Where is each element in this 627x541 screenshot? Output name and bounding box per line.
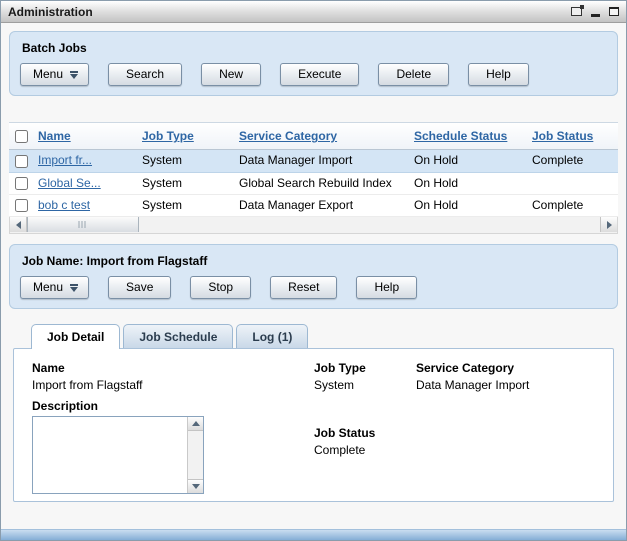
service-category-label: Service Category (416, 361, 595, 375)
form-column-middle: Job Type System Job Status Complete (314, 361, 416, 494)
column-header-job-type[interactable]: Job Type (142, 129, 194, 143)
job-status-cell: Complete (532, 153, 583, 167)
job-name-link[interactable]: Global Se... (38, 176, 101, 190)
down-arrow-icon (192, 484, 200, 489)
schedule-status-cell: On Hold (414, 176, 458, 190)
job-type-label: Job Type (314, 361, 416, 375)
scroll-down-icon[interactable] (188, 479, 203, 493)
popout-window-icon[interactable] (571, 7, 582, 16)
name-label: Name (32, 361, 314, 375)
tab-log[interactable]: Log (1) (236, 324, 308, 348)
description-field (32, 416, 204, 494)
table-row[interactable]: Global Se... System Global Search Rebuil… (9, 172, 618, 194)
stop-button[interactable]: Stop (190, 276, 251, 299)
jobs-table-header-row: Name Job Type Service Category Schedule … (9, 123, 618, 150)
job-status-label: Job Status (314, 426, 416, 440)
job-name-link[interactable]: Import fr... (38, 153, 92, 167)
row-checkbox[interactable] (15, 199, 28, 212)
job-type-cell: System (142, 153, 182, 167)
job-name-toolbar: Menu Save Stop Reset Help (20, 276, 607, 299)
jobs-table: Name Job Type Service Category Schedule … (9, 122, 618, 217)
scroll-up-icon[interactable] (188, 417, 203, 431)
job-detail-form: Name Import from Flagstaff Description J… (32, 361, 595, 494)
job-type-cell: System (142, 176, 182, 190)
titlebar-icons (571, 7, 619, 17)
menu-dropdown-icon (70, 287, 78, 292)
job-name-panel-title: Job Name: Import from Flagstaff (22, 254, 607, 268)
service-category-cell: Data Manager Import (239, 153, 352, 167)
table-row[interactable]: Import fr... System Data Manager Import … (9, 150, 618, 172)
batch-jobs-panel: Batch Jobs Menu Search New Execute Delet… (9, 31, 618, 96)
job-menu-button-label: Menu (33, 280, 63, 294)
name-value: Import from Flagstaff (32, 378, 314, 392)
left-arrow-icon (16, 221, 21, 229)
job-type-value: System (314, 378, 416, 392)
horizontal-scrollbar[interactable] (9, 217, 618, 234)
batch-jobs-title: Batch Jobs (22, 41, 607, 55)
column-header-service-category[interactable]: Service Category (239, 129, 337, 143)
column-header-job-status[interactable]: Job Status (532, 129, 593, 143)
schedule-status-cell: On Hold (414, 198, 458, 212)
help-button[interactable]: Help (468, 63, 529, 86)
service-category-cell: Global Search Rebuild Index (239, 176, 392, 190)
table-row[interactable]: bob c test System Data Manager Export On… (9, 194, 618, 216)
right-arrow-icon (607, 221, 612, 229)
job-name-panel: Job Name: Import from Flagstaff Menu Sav… (9, 244, 618, 309)
spacer (314, 399, 416, 426)
service-category-value: Data Manager Import (416, 378, 595, 392)
scrollbar-thumb[interactable] (27, 217, 139, 232)
description-label: Description (32, 399, 314, 413)
jobs-table-container: Name Job Type Service Category Schedule … (9, 122, 618, 234)
administration-window: Administration Batch Jobs Menu Search Ne… (0, 0, 627, 541)
window-title: Administration (8, 5, 93, 19)
job-type-cell: System (142, 198, 182, 212)
save-button[interactable]: Save (108, 276, 171, 299)
column-header-name[interactable]: Name (38, 129, 71, 143)
row-checkbox[interactable] (15, 155, 28, 168)
batch-menu-button-label: Menu (33, 67, 63, 81)
scroll-left-icon[interactable] (10, 217, 27, 232)
batch-menu-button[interactable]: Menu (20, 63, 89, 86)
search-button[interactable]: Search (108, 63, 182, 86)
help-button[interactable]: Help (356, 276, 417, 299)
window-content: Batch Jobs Menu Search New Execute Delet… (1, 23, 626, 529)
form-column-right: Service Category Data Manager Import (416, 361, 595, 494)
job-detail-form-panel: Name Import from Flagstaff Description J… (13, 348, 614, 502)
menu-dropdown-icon (70, 74, 78, 79)
delete-button[interactable]: Delete (378, 63, 449, 86)
schedule-status-cell: On Hold (414, 153, 458, 167)
job-menu-button[interactable]: Menu (20, 276, 89, 299)
job-name-link[interactable]: bob c test (38, 198, 90, 212)
maximize-icon[interactable] (609, 7, 619, 16)
tab-job-detail[interactable]: Job Detail (31, 324, 120, 349)
detail-tabs: Job Detail Job Schedule Log (1) (31, 324, 618, 348)
tab-job-schedule[interactable]: Job Schedule (123, 324, 233, 348)
reset-button[interactable]: Reset (270, 276, 337, 299)
window-bottom-edge (1, 529, 626, 540)
execute-button[interactable]: Execute (280, 63, 359, 86)
scroll-right-icon[interactable] (600, 217, 617, 232)
new-button[interactable]: New (201, 63, 261, 86)
batch-jobs-toolbar: Menu Search New Execute Delete Help (20, 63, 607, 86)
service-category-cell: Data Manager Export (239, 198, 353, 212)
up-arrow-icon (192, 421, 200, 426)
row-checkbox[interactable] (15, 177, 28, 190)
select-all-checkbox[interactable] (15, 130, 28, 143)
titlebar: Administration (1, 1, 626, 23)
description-textarea[interactable] (33, 417, 187, 493)
column-header-schedule-status[interactable]: Schedule Status (414, 129, 507, 143)
job-status-value: Complete (314, 443, 416, 457)
minimize-icon[interactable] (591, 14, 600, 17)
description-scrollbar[interactable] (187, 417, 203, 493)
form-column-left: Name Import from Flagstaff Description (32, 361, 314, 494)
job-status-cell: Complete (532, 198, 583, 212)
